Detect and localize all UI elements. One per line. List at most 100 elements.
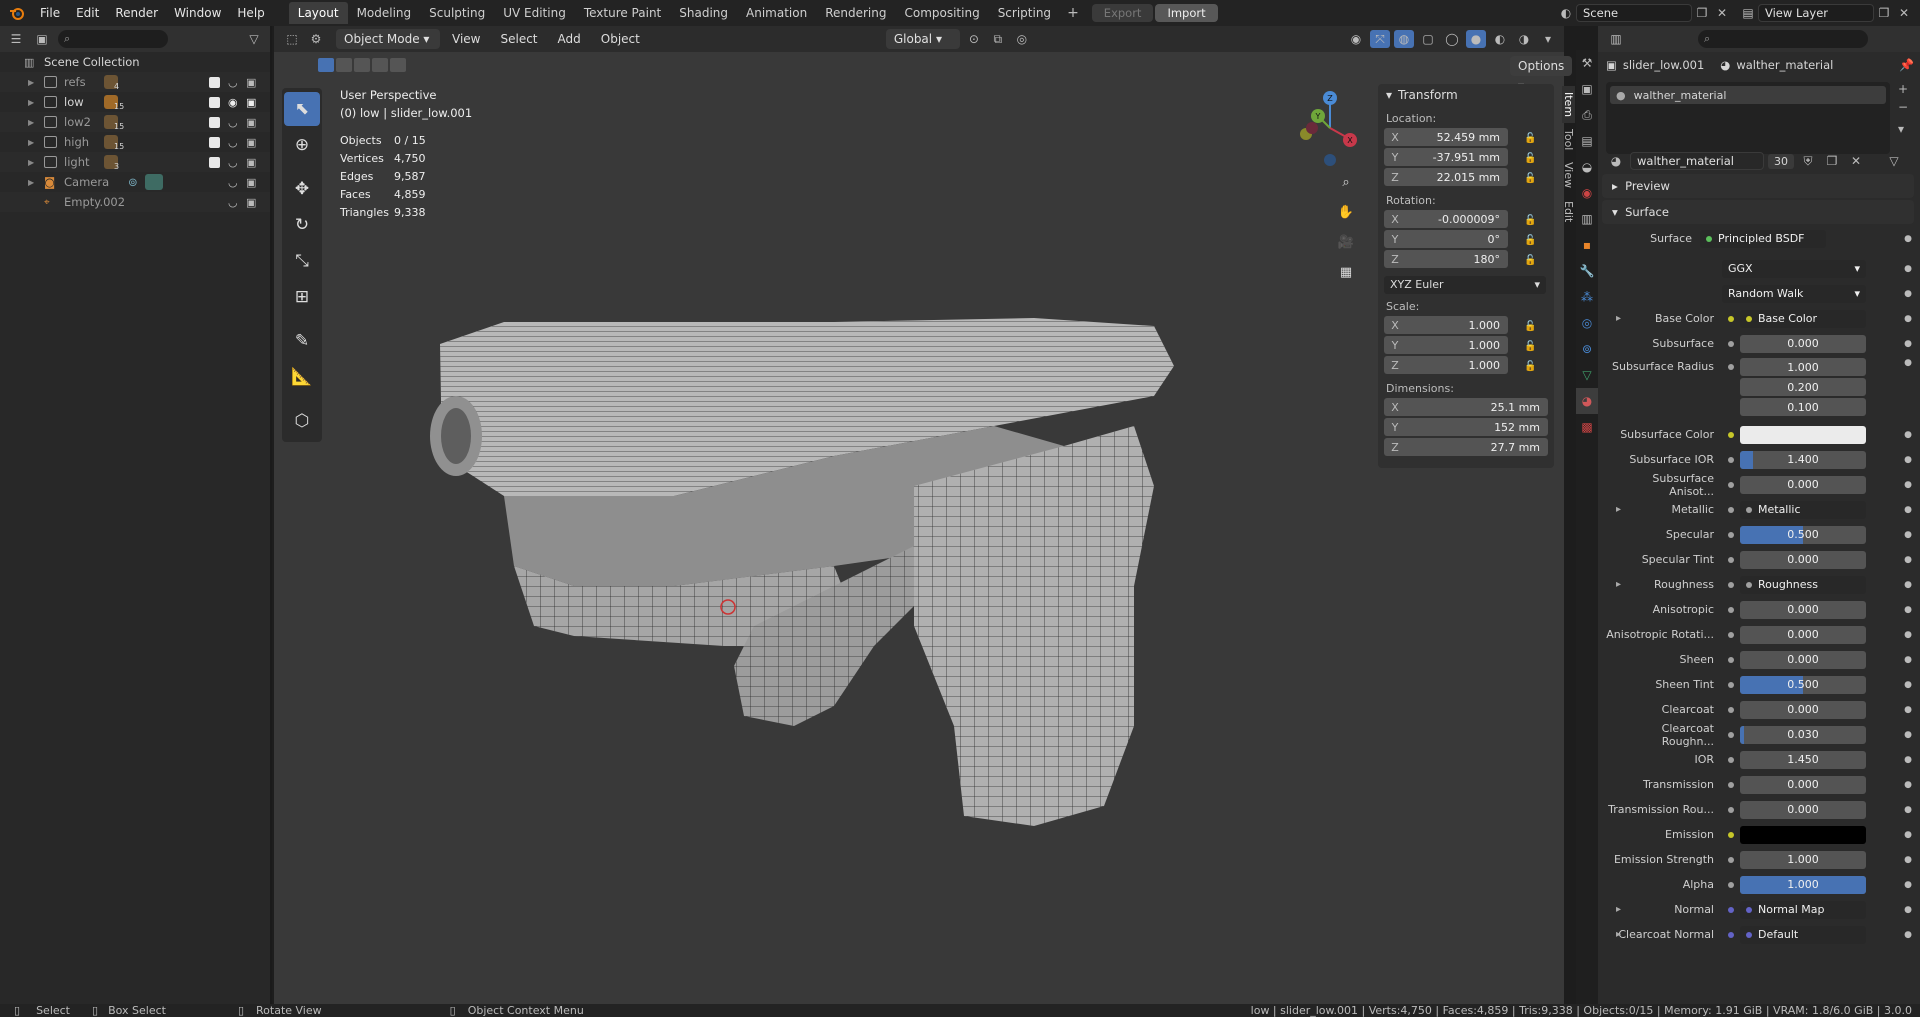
particles-props-icon[interactable]: ⁂ — [1576, 284, 1598, 310]
filter-icon[interactable]: ▽ — [244, 30, 264, 48]
keyframe-dot-icon[interactable]: ● — [1904, 905, 1912, 915]
keyframe-dot-icon[interactable]: ● — [1904, 780, 1912, 790]
texture-props-icon[interactable]: ▩ — [1576, 414, 1598, 440]
vector-component-field[interactable]: 1.000 — [1740, 358, 1866, 376]
outliner-item-low[interactable]: ▶ low 15 ◉ ▣ — [0, 92, 270, 112]
numeric-field[interactable]: 1.400 — [1740, 450, 1866, 469]
keyframe-dot-icon[interactable]: ● — [1904, 605, 1912, 615]
distribution-dropdown[interactable]: GGX ▾ — [1722, 259, 1866, 278]
rotation-y-field[interactable]: Y 0° — [1384, 230, 1508, 248]
outliner-item-camera[interactable]: ▶ ◙ Camera ⊚ ◡ ▣ — [0, 172, 270, 192]
physics-props-icon[interactable]: ◎ — [1576, 310, 1598, 336]
numeric-field[interactable]: 0.000 — [1740, 700, 1866, 719]
linked-input-field[interactable]: Default — [1740, 925, 1866, 944]
socket-dot-icon[interactable] — [1728, 364, 1734, 370]
expand-icon[interactable]: ▸ — [1616, 929, 1621, 940]
socket-menu-icon[interactable]: ● — [1904, 264, 1912, 274]
add-workspace-icon[interactable]: + — [1060, 5, 1086, 21]
exclude-checkbox[interactable] — [209, 156, 220, 168]
outliner-scene-collection[interactable]: ▥ Scene Collection — [0, 52, 270, 72]
numeric-field[interactable]: 0.000 — [1740, 475, 1866, 494]
tab-sculpting[interactable]: Sculpting — [420, 2, 494, 24]
lock-icon[interactable]: 🔓 — [1524, 215, 1536, 226]
socket-dot-icon[interactable] — [1728, 756, 1734, 763]
socket-dot-icon[interactable] — [1728, 556, 1734, 563]
exclude-checkbox[interactable] — [209, 76, 220, 88]
expand-icon[interactable]: ▸ — [1616, 579, 1621, 590]
socket-menu-icon[interactable]: ● — [1904, 289, 1912, 299]
transform-tool-icon[interactable]: ⊞ — [284, 280, 320, 314]
keyframe-dot-icon[interactable]: ● — [1904, 755, 1912, 765]
keyframe-dot-icon[interactable]: ● — [1904, 930, 1912, 940]
expand-icon[interactable]: ▸ — [1616, 504, 1621, 515]
display-mode-icon[interactable]: ▣ — [32, 30, 52, 48]
tab-layout[interactable]: Layout — [288, 2, 348, 24]
lock-icon[interactable]: 🔓 — [1524, 341, 1536, 352]
exclude-checkbox[interactable] — [209, 136, 220, 148]
lock-icon[interactable]: 🔓 — [1524, 173, 1536, 184]
rotation-mode-dropdown[interactable]: XYZ Euler ▾ — [1384, 276, 1546, 294]
remove-scene-icon[interactable]: ✕ — [1712, 4, 1732, 22]
ortho-grid-icon[interactable]: ▦ — [1334, 260, 1358, 284]
expand-icon[interactable]: ▶ — [28, 78, 34, 87]
pin-icon[interactable]: 📌 — [1899, 58, 1914, 72]
expand-icon[interactable]: ▶ — [28, 98, 34, 107]
keyframe-dot-icon[interactable]: ● — [1904, 655, 1912, 665]
import-button[interactable]: Import — [1155, 4, 1218, 22]
tab-tool[interactable]: Tool — [1562, 123, 1575, 156]
hide-icon[interactable]: ◡ — [228, 136, 238, 149]
object-props-icon[interactable]: ▪ — [1576, 232, 1598, 258]
output-props-icon[interactable]: ⎙ — [1576, 102, 1598, 128]
export-button[interactable]: Export — [1091, 4, 1154, 22]
blender-logo-icon[interactable] — [8, 4, 26, 22]
outliner-item-low2[interactable]: ▶ low2 15 ◡ ▣ — [0, 112, 270, 132]
hide-icon[interactable]: ◡ — [228, 196, 238, 209]
socket-menu-icon[interactable]: ● — [1904, 234, 1912, 244]
material-slot-item[interactable]: ● walther_material — [1610, 86, 1886, 104]
location-x-field[interactable]: X 52.459 mm — [1384, 128, 1508, 146]
cursor-tool-icon[interactable]: ⊕ — [284, 128, 320, 162]
view-layer-props-icon[interactable]: ▤ — [1576, 128, 1598, 154]
tab-modeling[interactable]: Modeling — [348, 2, 421, 24]
dimensions-z-field[interactable]: Z 27.7 mm — [1384, 438, 1548, 456]
keyframe-dot-icon[interactable]: ● — [1904, 580, 1912, 590]
socket-dot-icon[interactable] — [1728, 906, 1734, 913]
numeric-field[interactable]: 0.500 — [1740, 525, 1866, 544]
numeric-field[interactable]: 0.000 — [1740, 625, 1866, 644]
editor-type-icon[interactable]: ▥ — [1606, 30, 1626, 48]
constraint-props-icon[interactable]: ⊚ — [1576, 336, 1598, 362]
color-swatch[interactable] — [1740, 425, 1866, 444]
socket-dot-icon[interactable] — [1728, 315, 1734, 322]
keyframe-dot-icon[interactable]: ● — [1904, 855, 1912, 865]
keyframe-dot-icon[interactable]: ● — [1904, 530, 1912, 540]
tab-compositing[interactable]: Compositing — [895, 2, 988, 24]
color-swatch[interactable] — [1740, 825, 1866, 844]
keyframe-dot-icon[interactable]: ● — [1904, 480, 1912, 490]
socket-dot-icon[interactable] — [1728, 706, 1734, 713]
numeric-field[interactable]: 1.000 — [1740, 875, 1866, 894]
render-icon[interactable]: ▣ — [246, 76, 256, 89]
outliner-item-light[interactable]: ▶ light 3 ◡ ▣ — [0, 152, 270, 172]
lock-icon[interactable]: 🔓 — [1524, 255, 1536, 266]
numeric-field[interactable]: 0.000 — [1740, 334, 1866, 353]
tab-view[interactable]: View — [1562, 156, 1575, 194]
scale-tool-icon[interactable]: ⤡ — [284, 244, 320, 278]
outliner-item-refs[interactable]: ▶ refs 4 ◡ ▣ — [0, 72, 270, 92]
vector-component-field[interactable]: 0.200 — [1740, 378, 1866, 396]
keyframe-dot-icon[interactable]: ● — [1904, 358, 1912, 368]
browse-material-icon[interactable]: ◕ — [1606, 152, 1626, 170]
socket-dot-icon[interactable] — [1728, 806, 1734, 813]
numeric-field[interactable]: 0.030 — [1740, 725, 1866, 744]
keyframe-dot-icon[interactable]: ● — [1904, 455, 1912, 465]
outliner-item-empty[interactable]: ⌖ Empty.002 ◡ ▣ — [0, 192, 270, 212]
lock-icon[interactable]: 🔓 — [1524, 361, 1536, 372]
select-box-tool-icon[interactable]: ⬉ — [284, 92, 320, 126]
keyframe-dot-icon[interactable]: ● — [1904, 880, 1912, 890]
properties-search-input[interactable]: ⌕ — [1698, 30, 1868, 48]
render-icon[interactable]: ▣ — [246, 96, 256, 109]
tab-uv-editing[interactable]: UV Editing — [494, 2, 575, 24]
zoom-icon[interactable]: ⌕ — [1334, 170, 1358, 194]
vector-component-field[interactable]: 0.100 — [1740, 398, 1866, 416]
add-slot-icon[interactable]: + — [1898, 82, 1908, 96]
keyframe-dot-icon[interactable]: ● — [1904, 339, 1912, 349]
